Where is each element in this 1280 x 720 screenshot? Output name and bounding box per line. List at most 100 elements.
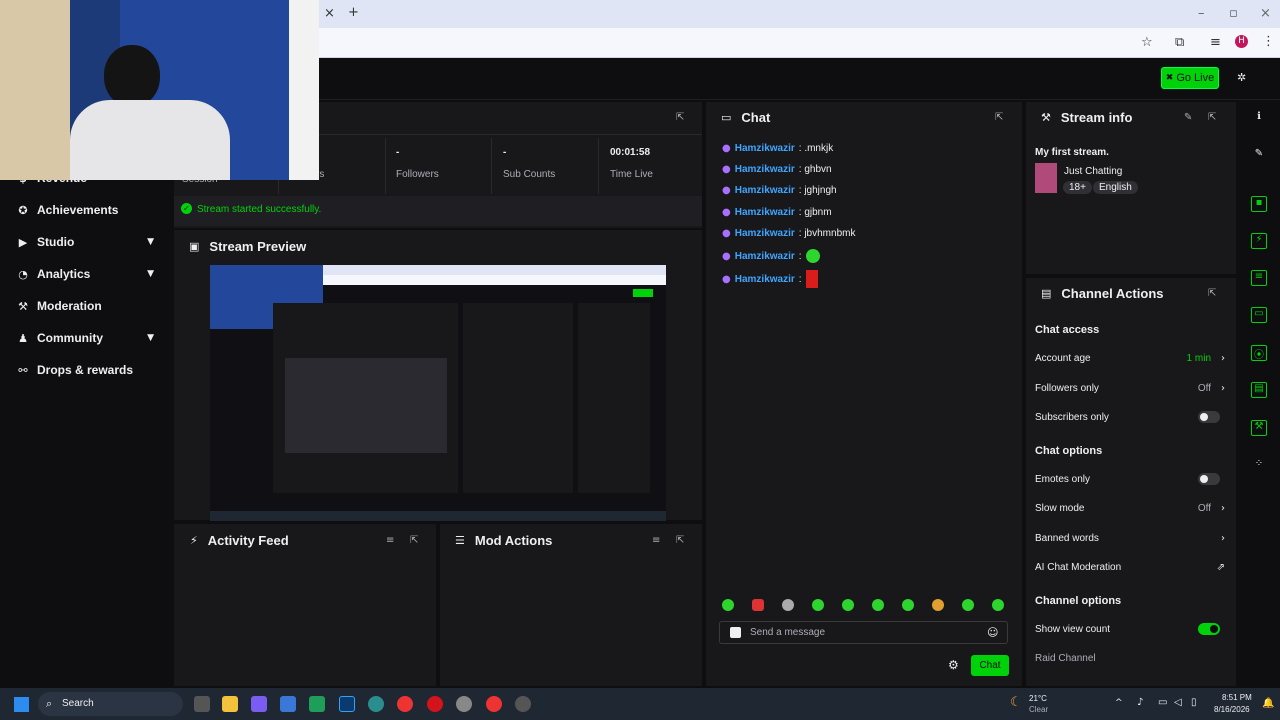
emote-icon[interactable]: [992, 599, 1004, 611]
info-icon[interactable]: ℹ: [1251, 111, 1267, 127]
lightning-icon: ⚡: [190, 534, 198, 547]
stream-preview-video[interactable]: [210, 265, 666, 521]
category-name[interactable]: Just Chatting: [1064, 166, 1122, 177]
chat-settings-gear-icon[interactable]: ⚙: [948, 658, 959, 672]
emote-icon[interactable]: [722, 599, 734, 611]
opera-icon[interactable]: [427, 696, 443, 712]
raid-channel-row[interactable]: Raid Channel: [1035, 653, 1225, 664]
emoji-picker-icon[interactable]: ☺: [987, 626, 998, 639]
sidebar-item-community[interactable]: ♟ Community ▼: [17, 328, 162, 348]
account-age-row[interactable]: Account age 1 min ›: [1035, 353, 1225, 364]
emotes-only-toggle[interactable]: [1198, 473, 1220, 485]
taskbar-search[interactable]: ⌕ Search: [38, 692, 183, 716]
chat-username[interactable]: Hamzikwazir: [735, 164, 795, 175]
subscribers-only-toggle[interactable]: [1198, 411, 1220, 423]
chat-username[interactable]: Hamzikwazir: [735, 207, 795, 218]
chrome-icon[interactable]: [397, 696, 413, 712]
chrome-active-icon[interactable]: [486, 696, 502, 712]
weather-desc[interactable]: Clear: [1029, 705, 1048, 714]
followers-only-row[interactable]: Followers only Off ›: [1035, 383, 1225, 394]
popout-icon[interactable]: ⇱: [1208, 288, 1216, 299]
notes-icon[interactable]: [309, 696, 325, 712]
chat-username[interactable]: Hamzikwazir: [735, 185, 795, 196]
close-tab-icon[interactable]: ×: [324, 6, 335, 21]
go-live-button[interactable]: ✖ Go Live: [1161, 67, 1219, 89]
header-settings-icon[interactable]: ✲: [1237, 71, 1246, 84]
photoshop-icon[interactable]: [339, 696, 355, 712]
pencil-icon[interactable]: ✎: [1251, 148, 1267, 164]
sidebar-item-achievements[interactable]: ✪ Achievements: [17, 200, 162, 220]
obs-icon[interactable]: [515, 696, 531, 712]
notifications-bell-icon[interactable]: 🔔: [1262, 698, 1274, 709]
mod-actions-panel: [440, 524, 702, 686]
clock-date[interactable]: 8/16/2026: [1214, 705, 1250, 714]
browser-menu-icon[interactable]: ⋮: [1262, 34, 1275, 49]
tag-pill[interactable]: English: [1093, 181, 1138, 194]
popout-icon[interactable]: ⇱: [410, 535, 418, 546]
copilot-icon[interactable]: [251, 696, 267, 712]
lightning-widget-icon[interactable]: ⚡: [1251, 233, 1267, 249]
emote-icon[interactable]: [902, 599, 914, 611]
clock-time[interactable]: 8:51 PM: [1222, 693, 1252, 702]
chat-username[interactable]: Hamzikwazir: [735, 228, 795, 239]
filter-icon[interactable]: ≡: [652, 535, 660, 546]
channel-widget-icon[interactable]: ▤: [1251, 382, 1267, 398]
emote-icon[interactable]: [782, 599, 794, 611]
sidebar-item-studio[interactable]: ▶ Studio ▼: [17, 232, 162, 252]
file-explorer-icon[interactable]: [222, 696, 238, 712]
popout-icon[interactable]: ⇱: [995, 112, 1003, 123]
stats-widget-icon[interactable]: ▪: [1251, 196, 1267, 212]
filter-icon[interactable]: ≡: [386, 535, 394, 546]
layout-icon[interactable]: ⁘: [1251, 458, 1267, 474]
weather-temp[interactable]: 21°C: [1029, 694, 1047, 703]
profile-avatar[interactable]: H: [1235, 35, 1248, 48]
slow-mode-row[interactable]: Slow mode Off ›: [1035, 503, 1225, 514]
chat-username[interactable]: Hamzikwazir: [735, 274, 795, 285]
chat-widget-icon[interactable]: ▭: [1251, 307, 1267, 323]
reading-list-icon[interactable]: ≡: [1210, 35, 1221, 50]
show-view-count-toggle[interactable]: [1198, 623, 1220, 635]
wrench-widget-icon[interactable]: ⚒: [1251, 420, 1267, 436]
chat-username[interactable]: Hamzikwazir: [735, 143, 795, 154]
tag-pill[interactable]: 18+: [1063, 181, 1092, 194]
minimize-icon[interactable]: –: [1198, 6, 1205, 21]
extensions-icon[interactable]: ⧉: [1175, 35, 1184, 50]
sidebar-item-drops[interactable]: ⚯ Drops & rewards: [17, 360, 162, 380]
edge-icon[interactable]: [368, 696, 384, 712]
chat-message: ● Hamzikwazir: gjbnm: [722, 207, 832, 218]
emote-icon[interactable]: [962, 599, 974, 611]
tray-chevron-icon[interactable]: ^: [1115, 698, 1123, 708]
sidebar-item-analytics[interactable]: ◔ Analytics ▼: [17, 264, 162, 284]
network-icon[interactable]: ▭: [1158, 697, 1167, 708]
battery-icon[interactable]: ▯: [1191, 697, 1197, 708]
store-icon[interactable]: [280, 696, 296, 712]
popout-icon[interactable]: ⇱: [676, 535, 684, 546]
chat-username[interactable]: Hamzikwazir: [735, 251, 795, 262]
emote-icon[interactable]: [872, 599, 884, 611]
category-thumbnail[interactable]: [1035, 163, 1057, 193]
emote-icon[interactable]: [842, 599, 854, 611]
emotes-only-row: Emotes only: [1035, 473, 1225, 485]
window-close-icon[interactable]: ×: [1260, 6, 1271, 21]
edit-pencil-icon[interactable]: ✎: [1184, 112, 1192, 123]
emote-icon[interactable]: [932, 599, 944, 611]
popout-icon[interactable]: ⇱: [676, 112, 684, 123]
banned-words-row[interactable]: Banned words ›: [1035, 533, 1225, 544]
popout-icon[interactable]: ⇱: [1208, 112, 1216, 123]
settings-icon[interactable]: [456, 696, 472, 712]
maximize-icon[interactable]: ▫: [1229, 6, 1238, 21]
chat-input[interactable]: Send a message ☺: [719, 621, 1008, 644]
emote-icon[interactable]: [812, 599, 824, 611]
task-view-icon[interactable]: [194, 696, 210, 712]
chat-send-button[interactable]: Chat: [971, 655, 1009, 676]
list-widget-icon[interactable]: ≡: [1251, 270, 1267, 286]
bookmark-star-icon[interactable]: ☆: [1141, 35, 1153, 50]
microphone-icon[interactable]: ♪: [1137, 697, 1143, 708]
volume-icon[interactable]: ◁: [1174, 697, 1182, 708]
sidebar-item-moderation[interactable]: ⚒ Moderation: [17, 296, 162, 316]
windows-start-icon[interactable]: [14, 697, 29, 712]
emote-icon[interactable]: [752, 599, 764, 611]
ai-moderation-row[interactable]: AI Chat Moderation ⇗: [1035, 562, 1225, 573]
new-tab-button[interactable]: +: [348, 5, 359, 20]
broadcast-widget-icon[interactable]: ⦿: [1251, 345, 1267, 361]
